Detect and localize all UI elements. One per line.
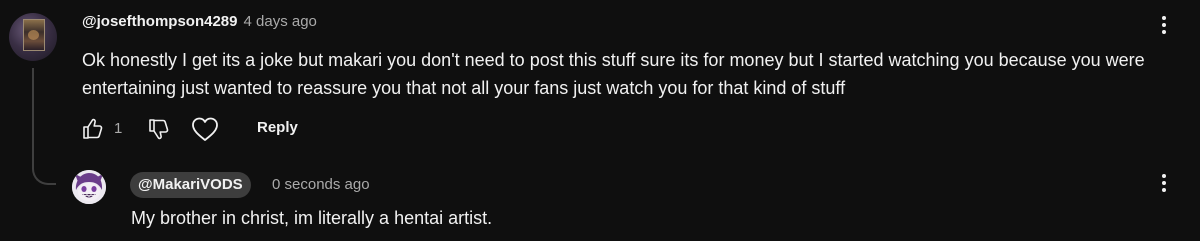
heart-icon[interactable] <box>188 113 222 145</box>
comment-header: @josefthompson4289 4 days ago <box>82 13 317 30</box>
more-vert-icon[interactable] <box>1152 171 1176 195</box>
reply-author-chip[interactable]: @MakariVODS <box>130 172 251 198</box>
commenter-avatar[interactable] <box>9 13 57 61</box>
thumbs-up-icon[interactable] <box>76 113 108 145</box>
reply-timestamp[interactable]: 0 seconds ago <box>272 176 370 193</box>
thread-connector-line <box>32 68 56 185</box>
reply-body: My brother in christ, im literally a hen… <box>131 208 493 228</box>
avatar-image <box>23 19 45 51</box>
thumbs-down-icon[interactable] <box>142 113 174 145</box>
comment-timestamp[interactable]: 4 days ago <box>244 13 317 30</box>
comment-body: Ok honestly I get its a joke but makari … <box>82 50 1145 98</box>
comment-author[interactable]: @josefthompson4289 <box>82 13 238 30</box>
reply-avatar[interactable] <box>72 170 106 204</box>
more-vert-icon[interactable] <box>1152 13 1176 37</box>
like-count: 1 <box>114 120 123 137</box>
reply-button[interactable]: Reply <box>257 119 298 136</box>
